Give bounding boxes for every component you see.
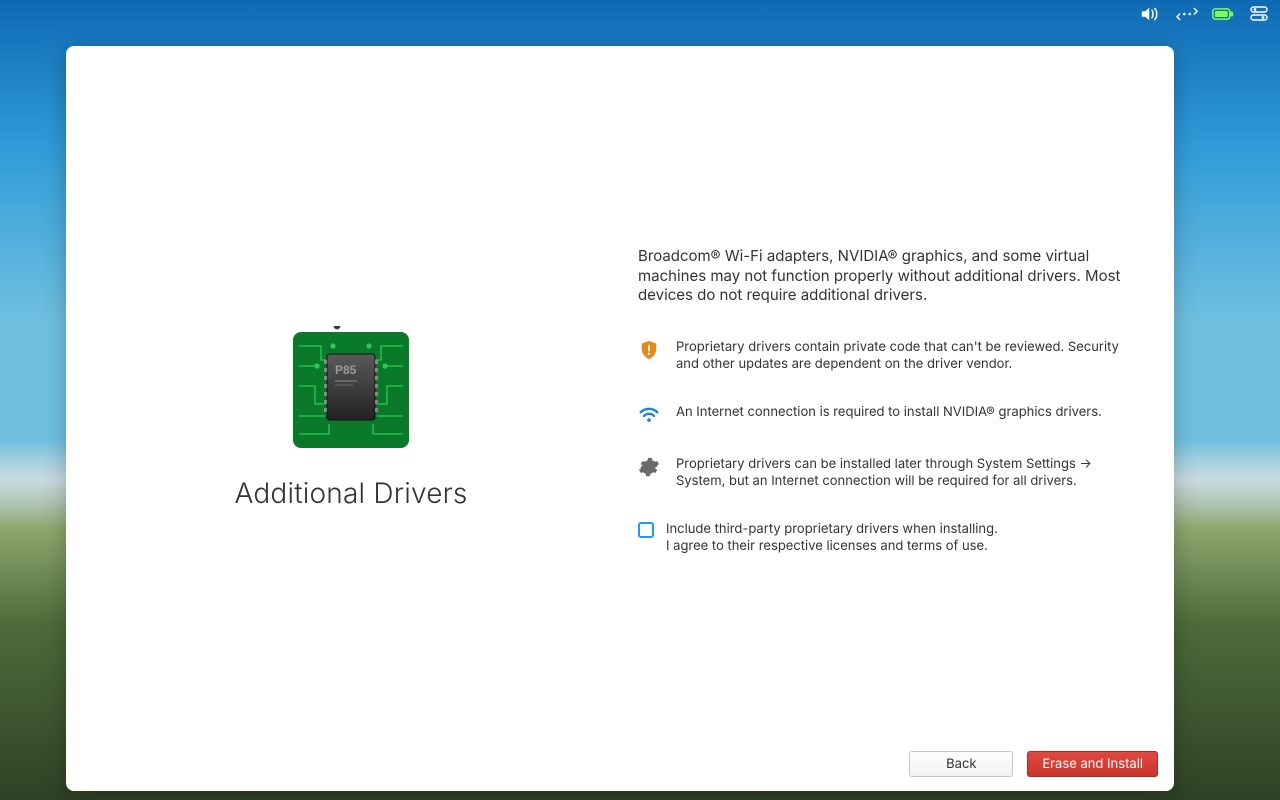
page-title: Additional Drivers	[234, 476, 467, 510]
volume-icon[interactable]	[1140, 6, 1162, 22]
installer-card: P85 Additional Drivers Broadcom® Wi-Fi a…	[66, 46, 1174, 791]
consent-row: Include third-party proprietary drivers …	[638, 521, 1144, 556]
include-drivers-checkbox[interactable]	[638, 522, 654, 538]
hero-panel: P85 Additional Drivers	[66, 46, 636, 791]
chip-label-text: P85	[335, 363, 357, 377]
info-points: Proprietary drivers contain private code…	[638, 339, 1144, 491]
erase-and-install-button[interactable]: Erase and Install	[1027, 751, 1158, 777]
point-install-later: Proprietary drivers can be installed lat…	[638, 456, 1144, 491]
content-panel: Broadcom® Wi-Fi adapters, NVIDIA® graphi…	[636, 46, 1174, 791]
system-tray	[1140, 6, 1270, 22]
footer-buttons: Back Erase and Install	[909, 751, 1158, 777]
gear-icon	[638, 456, 660, 478]
point-internet-required: An Internet connection is required to in…	[638, 404, 1144, 426]
point-text: Proprietary drivers contain private code…	[676, 339, 1144, 374]
network-icon[interactable]	[1176, 6, 1198, 22]
consent-line2: I agree to their respective licenses and…	[666, 538, 988, 554]
back-button[interactable]: Back	[909, 751, 1013, 777]
shield-warning-icon	[638, 339, 660, 361]
intro-text: Broadcom® Wi-Fi adapters, NVIDIA® graphi…	[638, 246, 1128, 305]
desktop-background: P85 Additional Drivers Broadcom® Wi-Fi a…	[0, 0, 1280, 800]
point-text: Proprietary drivers can be installed lat…	[676, 456, 1144, 491]
chip-icon: P85	[287, 326, 415, 454]
accessibility-icon[interactable]	[1248, 6, 1270, 22]
consent-line1: Include third-party proprietary drivers …	[666, 521, 998, 537]
point-proprietary-warning: Proprietary drivers contain private code…	[638, 339, 1144, 374]
point-text: An Internet connection is required to in…	[676, 404, 1102, 422]
wifi-icon	[638, 404, 660, 426]
battery-icon[interactable]	[1212, 6, 1234, 22]
consent-text: Include third-party proprietary drivers …	[666, 521, 998, 556]
